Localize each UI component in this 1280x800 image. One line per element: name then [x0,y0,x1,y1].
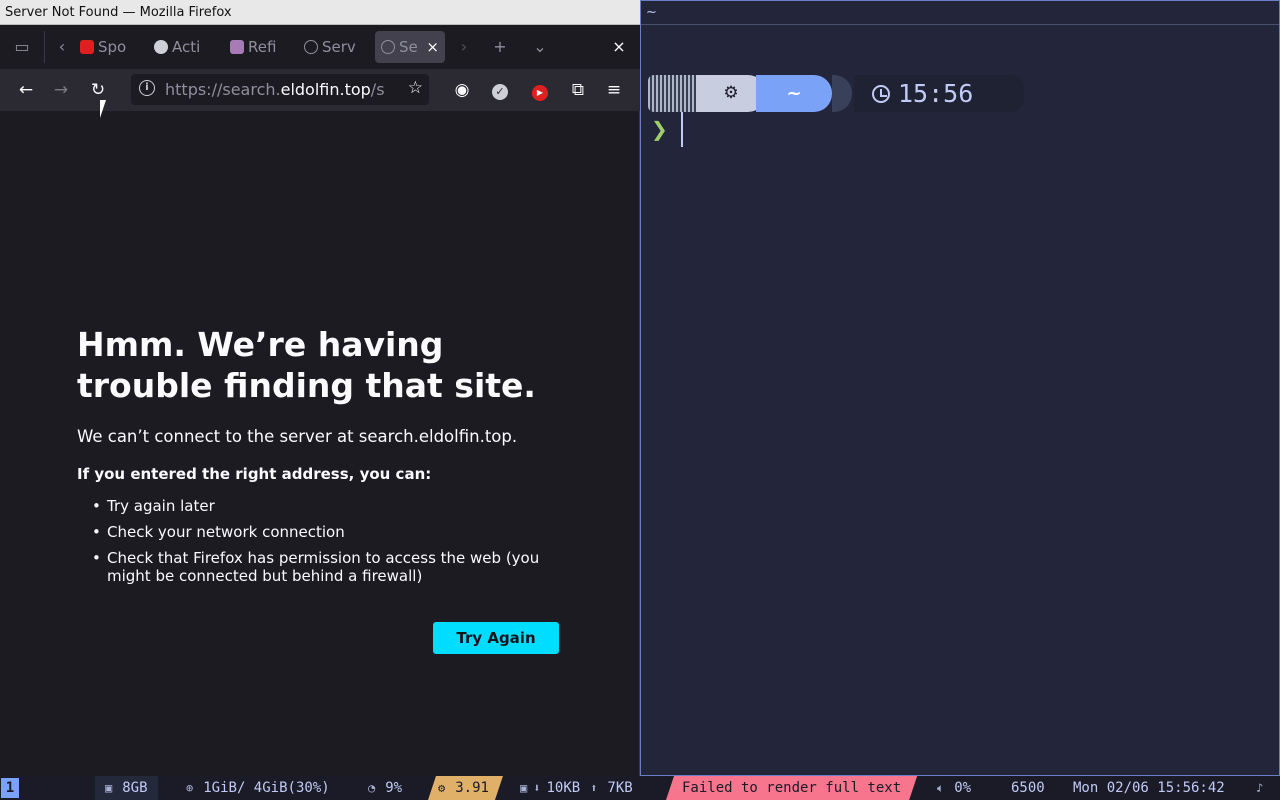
terminal-window[interactable]: ~ ⚙ ~ 15:56 ❯ [640,0,1280,776]
account-icon[interactable]: ◉ [449,77,475,103]
load-gear-icon: ⚙ [438,781,446,795]
upload-icon: ⬆ [590,781,598,795]
mouse-pointer [100,100,112,118]
activity-icon [154,40,168,54]
error-description: We can’t connect to the server at search… [77,427,518,446]
speaker-icon: 🔈︎ [937,781,945,795]
clock-icon [872,85,890,103]
disk-icon: ▣ [105,781,113,795]
refine-icon [230,40,244,54]
load-module: ⚙ 3.91 [428,776,503,800]
suggestion-item: Check that Firefox has permission to acc… [92,549,567,585]
prompt-chevron: ❯ [651,117,668,141]
menu-hamburger-icon[interactable]: ≡ [601,77,627,103]
prompt-dots-segment [648,75,700,112]
tab-bar: ▭ ‹ Spo Acti Refi Serv Se × › + ⌄ × [0,25,640,69]
tab-active[interactable]: Se × [375,31,445,63]
youtube-icon [80,40,94,54]
prompt-time: 15:56 [898,79,974,108]
net-up-value: 7KB [607,780,633,796]
suggestion-item: Try again later [92,497,567,515]
extensions-puzzle-icon[interactable]: ⧉ [565,77,591,103]
page-content: Hmm. We’re having trouble finding that s… [0,111,639,776]
error-module: Failed to render full text [666,776,917,800]
suggestion-item: Check your network connection [92,523,567,541]
volume-value: 0% [954,780,972,796]
load-value: 3.91 [455,780,489,796]
cpu-icon: ◔ [368,781,376,795]
scroll-tabs-right-icon[interactable]: › [452,35,476,59]
net-down-value: 10KB [546,780,581,796]
disk-module: ▣ 8GB [95,776,158,800]
close-tab-icon[interactable]: × [426,31,439,63]
bell-icon[interactable]: ♪ [1256,776,1273,800]
tab-divider [44,31,45,63]
scroll-tabs-left-icon[interactable]: ‹ [50,35,74,59]
volume-module[interactable]: 🔈︎ 0% [937,776,971,800]
site-info-icon[interactable]: i [139,80,155,96]
datetime-module: Mon 02/06 15:56:42 [1073,780,1225,796]
workspace-indicator[interactable]: 1 [1,778,19,798]
navigation-bar: ← → ↻ i https://search.eldolfin.top/s ☆ … [0,69,640,111]
memory-icon: ⊕ [186,781,194,795]
info-icon [381,40,395,54]
prompt-separator [832,75,852,112]
url-prefix: https://search. [165,80,281,99]
try-again-button[interactable]: Try Again [433,622,559,654]
prompt-directory: ~ [756,75,832,112]
url-text[interactable]: https://search.eldolfin.top/s [165,74,395,105]
network-module: ▣ ⬇ 10KB ⬆ 7KB [520,776,633,800]
youtube-extension-icon[interactable]: ▶ [527,77,553,103]
url-host: eldolfin.top [280,80,371,99]
firefox-view-icon[interactable]: ▭ [10,35,34,59]
memory-module: ⊕ 1GiB/ 4GiB(30%) [182,776,330,800]
brightness-module: 6500 [1011,780,1045,796]
tab-label: Spo [98,38,127,56]
tab-label: Refi [248,38,277,56]
tab-label: Se [399,38,418,56]
new-tab-icon[interactable]: + [488,35,512,59]
error-title: Hmm. We’re having trouble finding that s… [77,325,536,405]
tab-label: Serv [322,38,356,56]
cpu-module: ◔ 9% [368,776,402,800]
firefox-window: Server Not Found — Mozilla Firefox ▭ ‹ S… [0,0,640,776]
info-icon [304,40,318,54]
download-icon: ⬇ [533,781,541,795]
extension-v-icon[interactable]: ✓ [487,77,513,103]
error-subtitle: If you entered the right address, you ca… [77,465,432,483]
text-cursor [681,112,683,147]
status-bar: 1 ▣ 8GB ⊕ 1GiB/ 4GiB(30%) ◔ 9% ⚙ 3.91 ▣ ⬇ 10KB… [0,776,1280,800]
network-icon: ▣ [520,781,528,795]
tab-activity[interactable]: Acti [148,31,210,63]
back-icon[interactable]: ← [13,77,39,103]
tab-refine[interactable]: Refi [224,31,286,63]
close-window-icon[interactable]: × [607,35,631,59]
tab-youtube[interactable]: Spo [74,31,136,63]
url-suffix: /s [370,80,385,99]
terminal-title: ~ [641,1,1279,25]
url-bar[interactable]: i https://search.eldolfin.top/s ☆ [131,74,429,105]
memory-value: 1GiB/ 4GiB(30%) [203,780,330,796]
cpu-value: 9% [385,780,403,796]
bookmark-star-icon[interactable]: ☆ [408,78,423,98]
tab-label: Acti [172,38,201,56]
window-title: Server Not Found — Mozilla Firefox [0,0,640,25]
suggestion-list: Try again later Check your network conne… [92,497,567,593]
prompt-time-segment: 15:56 [854,75,1024,112]
list-tabs-icon[interactable]: ⌄ [528,35,552,59]
disk-value: 8GB [122,780,148,796]
forward-icon[interactable]: → [48,77,74,103]
tab-server[interactable]: Serv [298,31,364,63]
